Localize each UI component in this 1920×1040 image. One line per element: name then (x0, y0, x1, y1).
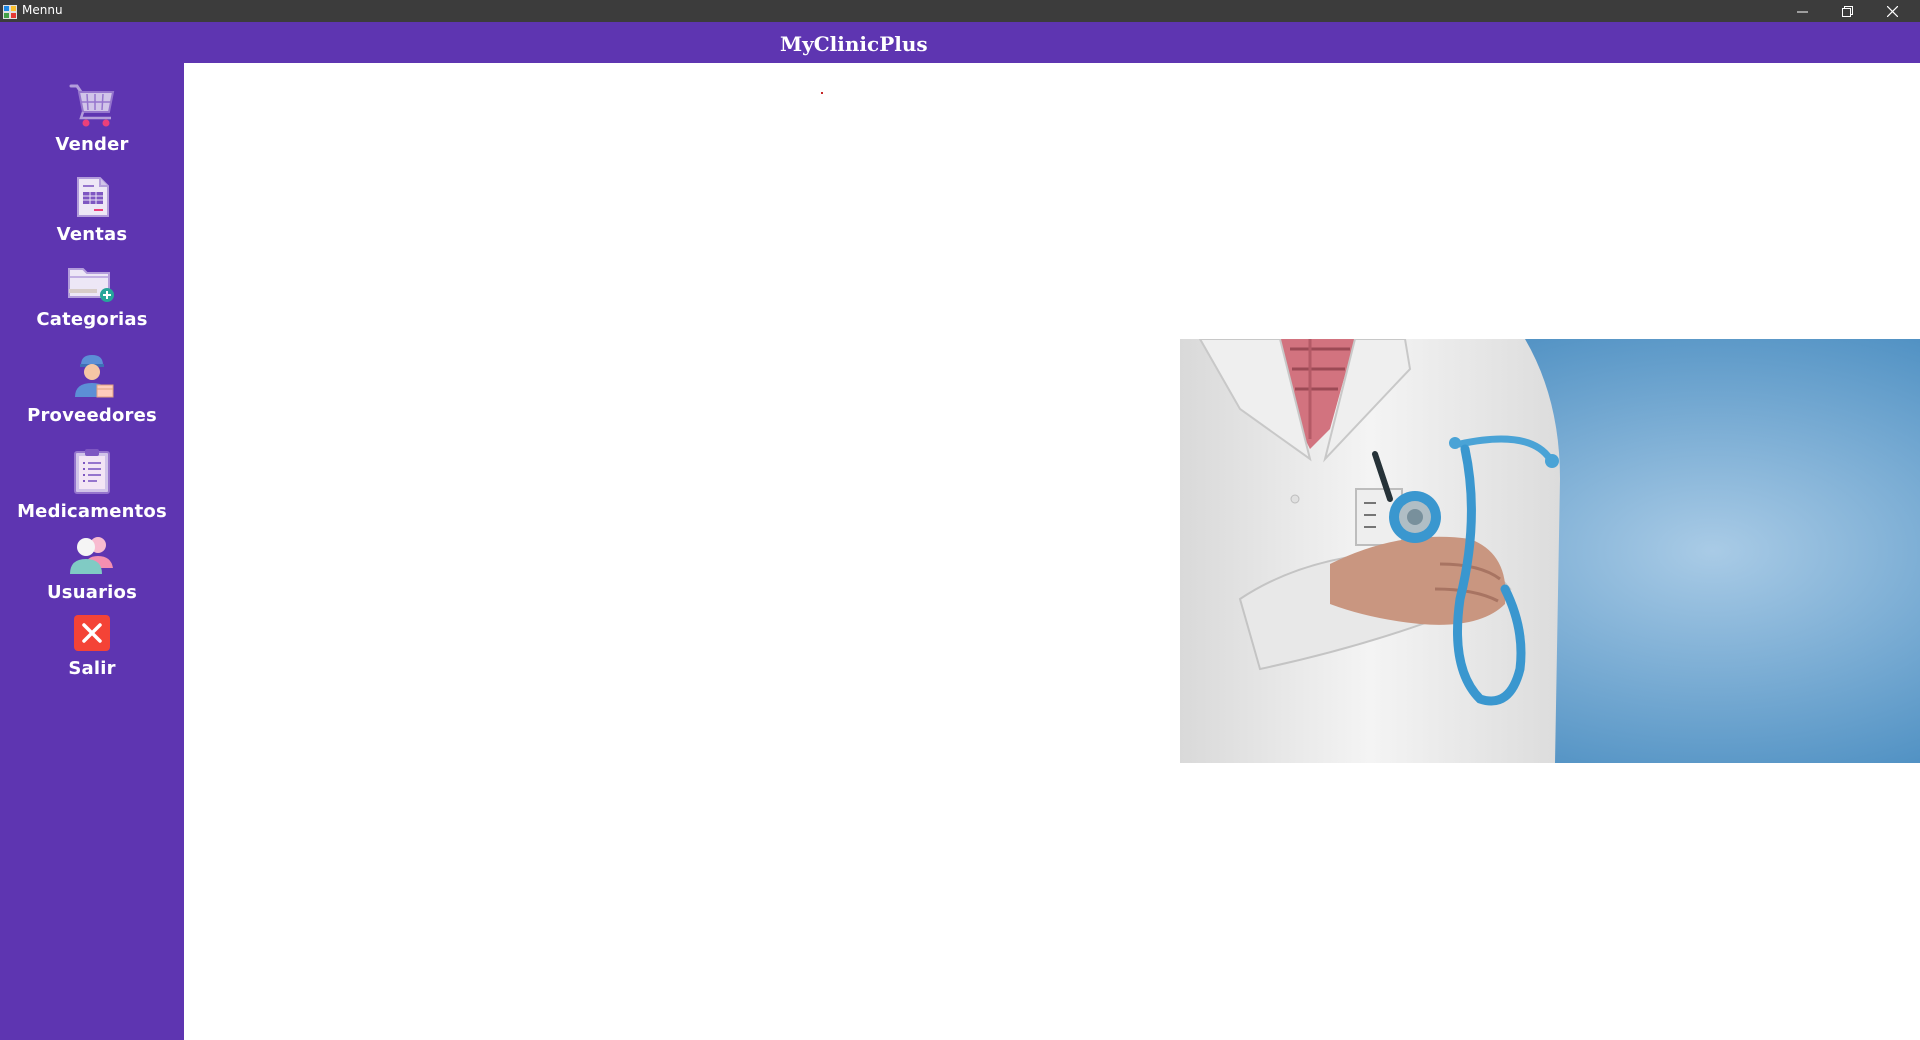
main-content (184, 63, 1920, 1040)
app-header: MyClinicPlus (184, 22, 1920, 63)
supplier-icon (67, 353, 117, 403)
sidebar-item-proveedores[interactable]: Proveedores (0, 353, 184, 426)
sidebar-item-categorias[interactable]: Categorias (0, 265, 184, 330)
sidebar-item-salir[interactable]: Salir (0, 614, 184, 679)
close-button[interactable] (1870, 0, 1915, 22)
minimize-button[interactable] (1780, 0, 1825, 22)
sidebar-item-ventas[interactable]: Ventas (0, 176, 184, 245)
shopping-cart-icon (67, 82, 117, 132)
page-title: MyClinicPlus (780, 32, 928, 56)
sidebar-item-label: Categorias (36, 309, 148, 330)
restore-button[interactable] (1825, 0, 1870, 22)
sidebar-item-label: Usuarios (46, 582, 138, 603)
close-icon (1887, 5, 1898, 17)
window-titlebar: Mennu (0, 0, 1920, 22)
sidebar-item-medicamentos[interactable]: Medicamentos (0, 447, 184, 522)
window-title: Mennu (22, 3, 63, 17)
red-dot-marker (821, 92, 823, 94)
doctor-with-stethoscope-image (1180, 339, 1920, 763)
folder-add-icon (67, 265, 117, 307)
minimize-icon (1797, 6, 1808, 17)
sidebar-item-usuarios[interactable]: Usuarios (0, 534, 184, 603)
sidebar-item-label: Ventas (56, 224, 128, 245)
users-icon (67, 534, 117, 580)
sidebar-item-label: Medicamentos (17, 501, 167, 522)
sidebar-nav: Vender Ventas Categorias Proveedores Med… (0, 22, 184, 1040)
clipboard-list-icon (71, 447, 113, 499)
exit-icon (73, 614, 111, 656)
sidebar-item-label: Proveedores (27, 405, 157, 426)
sidebar-item-label: Salir (68, 658, 116, 679)
sidebar-item-label: Vender (55, 134, 129, 155)
sales-document-icon (72, 176, 112, 222)
restore-icon (1842, 5, 1853, 17)
sidebar-item-vender[interactable]: Vender (0, 82, 184, 155)
app-icon (3, 4, 17, 19)
